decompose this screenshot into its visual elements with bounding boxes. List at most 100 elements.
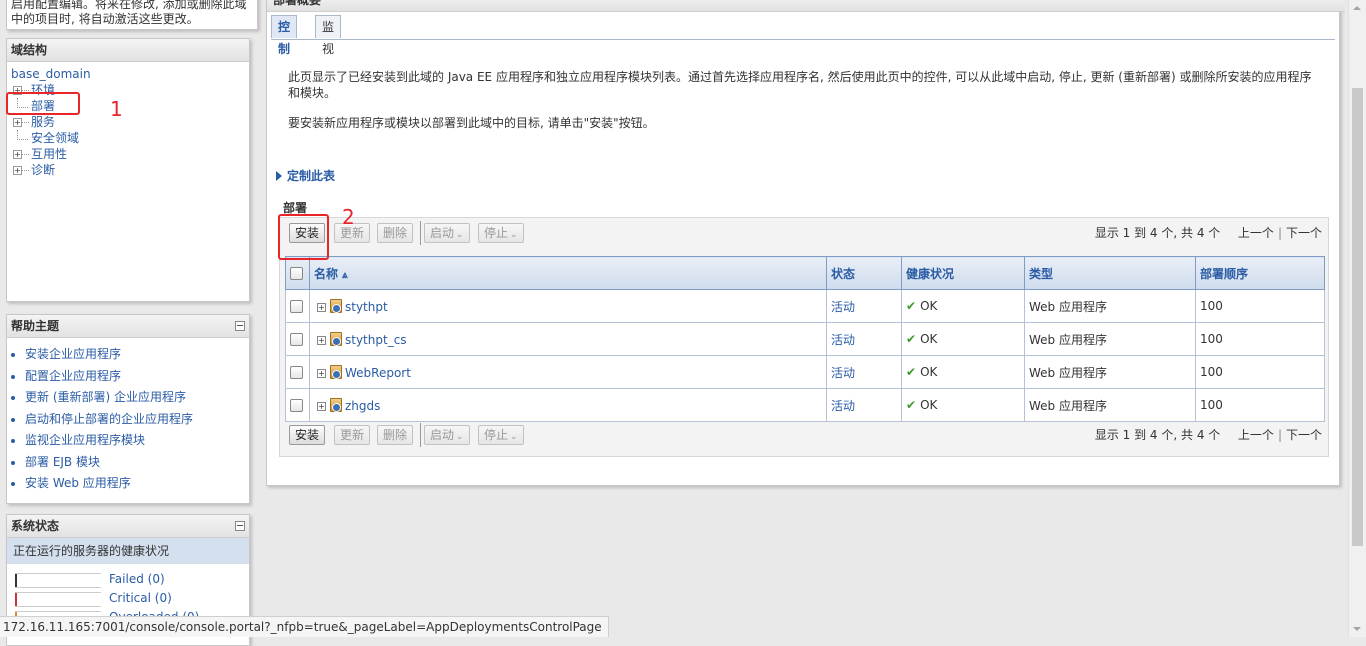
tree-item-diagnostics[interactable]: + 诊断	[11, 162, 245, 178]
domain-structure-title: 域结构	[7, 39, 249, 62]
tree-item-services[interactable]: + 服务	[11, 114, 245, 130]
delete-button[interactable]: 删除	[377, 223, 414, 243]
pager-summary: 显示 1 到 4 个, 共 4 个	[1094, 428, 1221, 442]
deployment-name-link[interactable]: WebReport	[345, 366, 411, 380]
scroll-down-icon[interactable]	[1353, 627, 1361, 631]
start-dropdown[interactable]: 启动 ⌄	[424, 223, 470, 243]
row-checkbox[interactable]	[290, 300, 303, 313]
table-row: + stythpt_cs 活动 ✔ OK Web 应用程序 100	[285, 322, 1325, 356]
table-row: + stythpt 活动 ✔ OK Web 应用程序 100	[285, 289, 1325, 323]
tree-item-label[interactable]: 互用性	[31, 147, 67, 161]
annotation-number-1: 1	[110, 97, 123, 121]
column-header-order[interactable]: 部署顺序	[1195, 256, 1325, 290]
tab-control[interactable]: 控制	[271, 15, 298, 56]
help-link[interactable]: 更新 (重新部署) 企业应用程序	[25, 390, 186, 404]
deployment-name-link[interactable]: zhgds	[345, 399, 380, 413]
health-bar	[15, 592, 101, 607]
expand-icon[interactable]: +	[13, 150, 22, 159]
help-link[interactable]: 启动和停止部署的企业应用程序	[25, 412, 193, 426]
help-link[interactable]: 部署 EJB 模块	[25, 455, 100, 469]
help-topics-title: 帮助主题	[7, 315, 249, 338]
health-link[interactable]: Failed (0)	[109, 570, 165, 589]
deployment-state[interactable]: 活动	[831, 366, 855, 380]
tree-item-label[interactable]: 服务	[31, 115, 55, 129]
collapse-icon[interactable]	[235, 321, 245, 331]
select-all-checkbox[interactable]	[290, 267, 303, 280]
scroll-up-icon[interactable]	[1353, 6, 1361, 10]
deployment-order: 100	[1195, 355, 1325, 389]
system-status-subtitle: 正在运行的服务器的健康状况	[7, 538, 249, 564]
pager-top: 显示 1 到 4 个, 共 4 个 上一个 | 下一个	[1094, 226, 1322, 240]
table-row: + WebReport 活动 ✔ OK Web 应用程序 100	[285, 355, 1325, 389]
chevron-down-icon: ⌄	[510, 230, 518, 240]
column-header-name[interactable]: 名称 ⩓	[309, 256, 827, 290]
row-checkbox[interactable]	[290, 366, 303, 379]
pager-next[interactable]: 下一个	[1286, 428, 1322, 442]
help-link[interactable]: 配置企业应用程序	[25, 369, 121, 383]
deployments-table-container: 安装 更新 删除 启动 ⌄ 停止 ⌄ 显示 1 到 4 个, 共 4 个 上一个 | 下…	[279, 217, 1329, 457]
pager-prev[interactable]: 上一个	[1238, 226, 1274, 240]
deployment-name-link[interactable]: stythpt_cs	[345, 333, 407, 347]
stop-dropdown[interactable]: 停止 ⌄	[478, 425, 524, 445]
intro-paragraph: 要安装新应用程序或模块以部署到此域中的目标, 请单击"安装"按钮。	[288, 116, 655, 130]
intro-text: 此页显示了已经安装到此域的 Java EE 应用程序和独立应用程序模块列表。通过…	[288, 69, 1318, 145]
help-topics-title-text: 帮助主题	[11, 319, 60, 333]
row-checkbox[interactable]	[290, 399, 303, 412]
tree-item-label[interactable]: 安全领域	[31, 131, 79, 145]
expand-icon[interactable]: +	[317, 335, 326, 345]
deployment-health: OK	[920, 365, 938, 379]
web-app-icon	[330, 364, 342, 379]
system-status-title: 系统状态	[7, 515, 249, 538]
tree-item-security-realms[interactable]: 安全领域	[11, 130, 245, 146]
scrollbar-thumb[interactable]	[1352, 88, 1363, 546]
deployment-state[interactable]: 活动	[831, 333, 855, 347]
start-dropdown[interactable]: 启动 ⌄	[424, 425, 470, 445]
stop-dropdown[interactable]: 停止 ⌄	[478, 223, 524, 243]
intro-paragraph: 此页显示了已经安装到此域的 Java EE 应用程序和独立应用程序模块列表。通过…	[288, 70, 1312, 100]
delete-button[interactable]: 删除	[377, 425, 414, 445]
deployment-state[interactable]: 活动	[831, 399, 855, 413]
expand-icon[interactable]: +	[317, 401, 326, 411]
deployment-name-link[interactable]: stythpt	[345, 300, 388, 314]
tab-monitoring[interactable]: 监视	[315, 15, 342, 56]
expand-icon[interactable]: +	[13, 166, 22, 175]
deployment-health: OK	[920, 398, 938, 412]
expand-icon[interactable]: +	[13, 118, 22, 127]
web-app-icon	[330, 331, 342, 346]
update-button[interactable]: 更新	[334, 425, 371, 445]
expand-icon[interactable]: +	[317, 302, 326, 312]
column-header-state[interactable]: 状态	[826, 256, 902, 290]
ok-check-icon: ✔	[906, 299, 917, 313]
customize-label[interactable]: 定制此表	[287, 169, 335, 183]
tree-item-interoperability[interactable]: + 互用性	[11, 146, 245, 162]
collapse-icon[interactable]	[235, 521, 245, 531]
help-link[interactable]: 安装企业应用程序	[25, 347, 121, 361]
pager-summary: 显示 1 到 4 个, 共 4 个	[1094, 226, 1221, 240]
sort-ascending-icon[interactable]: ⩓	[342, 270, 348, 281]
column-header-type[interactable]: 类型	[1024, 256, 1196, 290]
ok-check-icon: ✔	[906, 398, 917, 412]
pager-prev[interactable]: 上一个	[1238, 428, 1274, 442]
customize-table-link[interactable]: 定制此表	[276, 167, 335, 184]
deployment-state[interactable]: 活动	[831, 300, 855, 314]
pager-next[interactable]: 下一个	[1286, 226, 1322, 240]
tree-item-label[interactable]: 诊断	[31, 163, 55, 177]
tree-root-base-domain[interactable]: base_domain	[11, 66, 245, 82]
install-button[interactable]: 安装	[289, 425, 326, 445]
page-scrollbar[interactable]	[1348, 0, 1366, 637]
expand-icon[interactable]: +	[317, 368, 326, 378]
help-link[interactable]: 监视企业应用程序模块	[25, 433, 145, 447]
column-header-health[interactable]: 健康状况	[901, 256, 1025, 290]
web-app-icon	[330, 397, 342, 412]
select-all-cell	[285, 256, 310, 290]
row-checkbox[interactable]	[290, 333, 303, 346]
health-link[interactable]: Critical (0)	[109, 589, 172, 608]
health-bar	[15, 573, 101, 588]
deployment-order: 100	[1195, 289, 1325, 323]
deployments-table: 名称 ⩓ 状态 健康状况 类型 部署顺序 + stythpt 活动 ✔ OK Web …	[285, 256, 1325, 422]
start-label: 启动	[430, 226, 455, 240]
domain-structure-panel: 域结构 base_domain + 环境 部署 + 服务 安全领域 + 互用性 …	[6, 38, 250, 302]
column-header-name-label[interactable]: 名称	[314, 267, 338, 281]
table-toolbar-bottom: 安装 更新 删除 启动 ⌄ 停止 ⌄ 显示 1 到 4 个, 共 4 个 上一个 | 下…	[286, 423, 1322, 447]
help-link[interactable]: 安装 Web 应用程序	[25, 476, 131, 490]
